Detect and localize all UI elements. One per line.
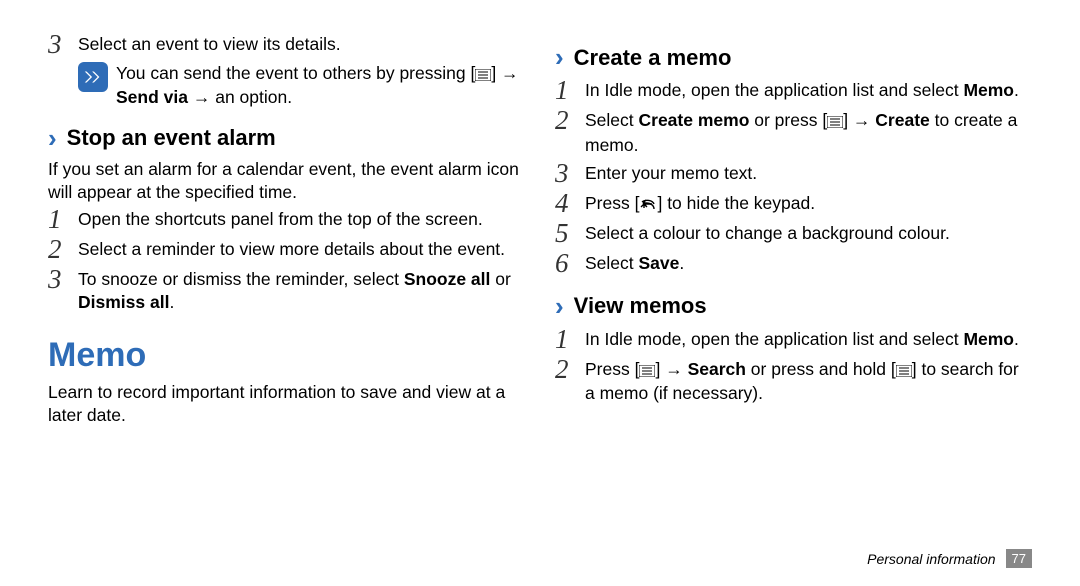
step-text: Press [] → Search or press and hold [] t… <box>585 356 1032 406</box>
t: In Idle mode, open the application list … <box>585 80 963 100</box>
t: ] to hide the keypad. <box>657 193 815 213</box>
chevron-icon: › <box>555 291 564 322</box>
step-number: 2 <box>555 107 585 134</box>
heading-view-memos: › View memos <box>555 291 1032 322</box>
create-step-1: 1 In Idle mode, open the application lis… <box>555 77 1032 104</box>
heading-stop-alarm: › Stop an event alarm <box>48 123 525 154</box>
t: ] → <box>655 359 687 379</box>
t: or press and hold [ <box>746 359 896 379</box>
heading-text: Create a memo <box>574 45 732 71</box>
heading-text: View memos <box>574 293 707 319</box>
t: Select <box>585 253 639 273</box>
step-number: 1 <box>48 206 78 233</box>
step-number: 1 <box>555 326 585 353</box>
stop-step-1: 1 Open the shortcuts panel from the top … <box>48 206 525 233</box>
heading-memo: Memo <box>48 336 525 375</box>
create-step-5: 5 Select a colour to change a background… <box>555 220 1032 247</box>
step-text: Select a colour to change a background c… <box>585 220 950 245</box>
t: . <box>679 253 684 273</box>
t: ] → <box>843 110 875 130</box>
t: . <box>1014 329 1019 349</box>
menu-icon <box>475 64 491 86</box>
step-text: Enter your memo text. <box>585 160 757 185</box>
create-step-3: 3 Enter your memo text. <box>555 160 1032 187</box>
step-number: 1 <box>555 77 585 104</box>
step-number: 5 <box>555 220 585 247</box>
memo-bold: Memo <box>963 329 1014 349</box>
menu-icon <box>639 360 655 383</box>
t: Select <box>585 110 639 130</box>
dismiss-all: Dismiss all <box>78 292 169 312</box>
step-text: In Idle mode, open the application list … <box>585 326 1019 351</box>
menu-icon <box>827 111 843 134</box>
step-number: 3 <box>48 31 78 58</box>
step-text: Select Save. <box>585 250 684 275</box>
step-text: In Idle mode, open the application list … <box>585 77 1019 102</box>
note-pre: You can send the event to others by pres… <box>116 63 475 83</box>
step-text: Press [ ] to hide the keypad. <box>585 190 815 217</box>
step-number: 2 <box>555 356 585 383</box>
create-step-6: 6 Select Save. <box>555 250 1032 277</box>
search-bold: Search <box>688 359 746 379</box>
back-icon <box>639 194 657 217</box>
footer-section: Personal information <box>867 551 995 567</box>
note-send-via: Send via <box>116 87 188 107</box>
heading-text: Stop an event alarm <box>67 125 276 151</box>
chevron-icon: › <box>555 42 564 73</box>
step-number: 4 <box>555 190 585 217</box>
memo-intro: Learn to record important information to… <box>48 381 525 427</box>
right-column: › Create a memo 1 In Idle mode, open the… <box>555 28 1032 586</box>
t: Press [ <box>585 193 639 213</box>
stop-step-3: 3 To snooze or dismiss the reminder, sel… <box>48 266 525 314</box>
step-number: 3 <box>48 266 78 293</box>
step-number: 6 <box>555 250 585 277</box>
note-box: You can send the event to others by pres… <box>78 62 525 109</box>
t: . <box>169 292 174 312</box>
page: 3 Select an event to view its details. Y… <box>0 0 1080 586</box>
step-3-top: 3 Select an event to view its details. <box>48 31 525 58</box>
page-number: 77 <box>1006 549 1032 568</box>
step-text: Select an event to view its details. <box>78 31 341 56</box>
save-bold: Save <box>639 253 680 273</box>
stop-step-2: 2 Select a reminder to view more details… <box>48 236 525 263</box>
t: or press [ <box>749 110 827 130</box>
note-arrow: ] → <box>491 63 518 83</box>
create-step-2: 2 Select Create memo or press [ ] → Creat… <box>555 107 1032 157</box>
snooze-all: Snooze all <box>404 269 491 289</box>
t: Press [ <box>585 359 639 379</box>
t: . <box>1014 80 1019 100</box>
t: or <box>490 269 510 289</box>
t: To snooze or dismiss the reminder, selec… <box>78 269 404 289</box>
create-step-4: 4 Press [ ] to hide the keypad. <box>555 190 1032 217</box>
chevron-icon: › <box>48 123 57 154</box>
create-bold: Create <box>875 110 929 130</box>
step-number: 2 <box>48 236 78 263</box>
menu-icon <box>896 360 912 383</box>
footer: Personal information 77 <box>867 549 1032 568</box>
note-suffix: → an option. <box>188 87 292 107</box>
view-step-2: 2 Press [] → Search or press and hold []… <box>555 356 1032 406</box>
memo-bold: Memo <box>963 80 1014 100</box>
step-text: Select Create memo or press [] → Create … <box>585 107 1032 157</box>
t: In Idle mode, open the application list … <box>585 329 963 349</box>
view-step-1: 1 In Idle mode, open the application lis… <box>555 326 1032 353</box>
step-text: To snooze or dismiss the reminder, selec… <box>78 266 525 314</box>
step-text: Open the shortcuts panel from the top of… <box>78 206 483 231</box>
create-memo-bold: Create memo <box>639 110 750 130</box>
stop-intro: If you set an alarm for a calendar event… <box>48 158 525 204</box>
step-number: 3 <box>555 160 585 187</box>
step-text: Select a reminder to view more details a… <box>78 236 505 261</box>
left-column: 3 Select an event to view its details. Y… <box>48 28 525 586</box>
note-text: You can send the event to others by pres… <box>116 62 525 109</box>
heading-create-memo: › Create a memo <box>555 42 1032 73</box>
note-icon <box>78 62 108 92</box>
